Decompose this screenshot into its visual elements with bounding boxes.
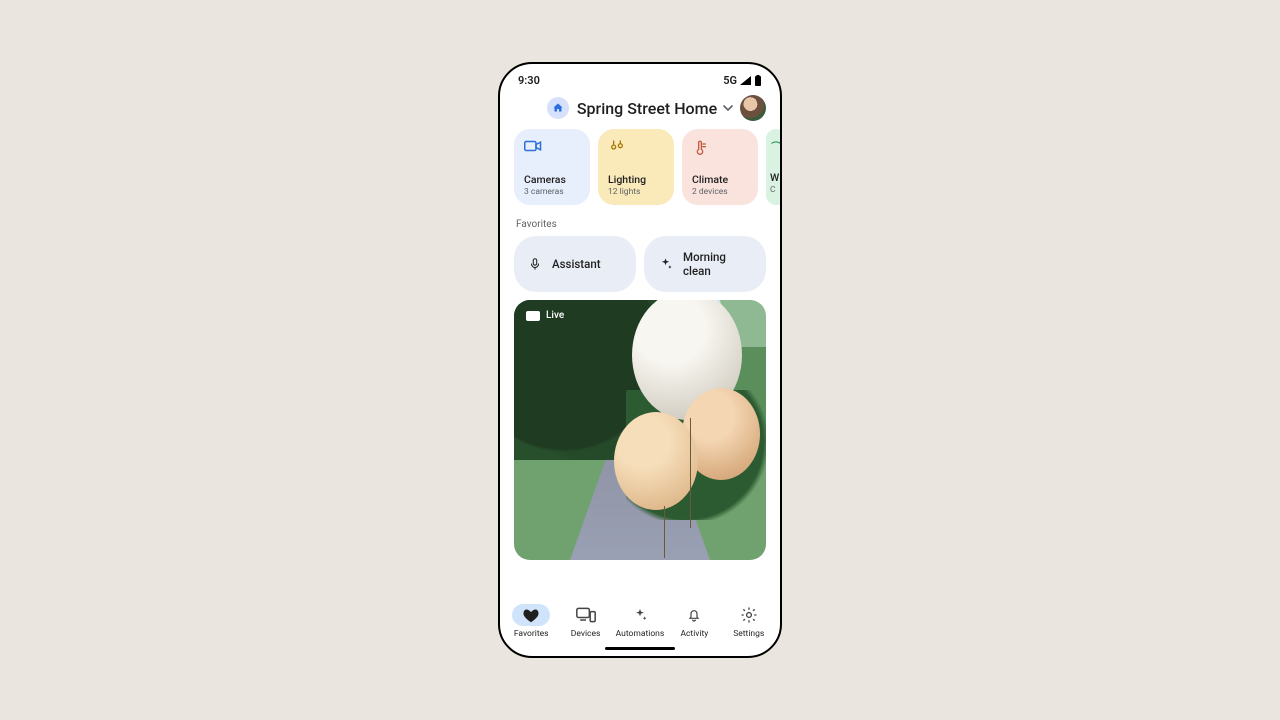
favorites-row: Assistant Morning clean: [500, 236, 780, 292]
favorites-heading: Favorites: [500, 205, 780, 236]
mic-icon: [528, 255, 542, 273]
avatar[interactable]: [740, 95, 766, 121]
quick-card-title: Lighting: [608, 173, 664, 186]
heart-icon: [512, 604, 550, 626]
quick-card-climate[interactable]: Climate 2 devices: [682, 129, 758, 205]
signal-icon: [740, 76, 751, 85]
live-indicator: Live: [526, 310, 564, 321]
favorite-morning-clean[interactable]: Morning clean: [644, 236, 766, 292]
quick-card-title: Climate: [692, 173, 748, 186]
lighting-icon: [608, 139, 626, 155]
quick-card-title: Cameras: [524, 173, 580, 186]
gear-icon: [730, 604, 768, 626]
devices-icon: [567, 604, 605, 626]
nav-devices[interactable]: Devices: [559, 604, 613, 639]
camera-live-tile[interactable]: Live: [514, 300, 766, 560]
bell-icon: [675, 604, 713, 626]
quick-card-partial[interactable]: W C: [766, 129, 780, 205]
favorite-assistant[interactable]: Assistant: [514, 236, 636, 292]
nav-label: Automations: [616, 629, 665, 639]
balloon-string-icon: [664, 506, 665, 558]
nav-settings[interactable]: Settings: [722, 604, 776, 639]
balloon-icon: [614, 412, 698, 510]
status-time: 9:30: [518, 74, 540, 87]
nav-label: Settings: [733, 629, 764, 639]
home-selector[interactable]: Spring Street Home: [577, 99, 733, 118]
favorite-label: Assistant: [552, 257, 601, 271]
battery-icon: [754, 75, 762, 87]
nav-activity[interactable]: Activity: [667, 604, 721, 639]
home-title: Spring Street Home: [577, 99, 717, 118]
status-right: 5G: [723, 74, 762, 87]
bottom-nav: Favorites Devices Automations Activity S…: [500, 598, 780, 641]
climate-icon: [692, 139, 708, 157]
live-label: Live: [546, 310, 564, 321]
phone-frame: 9:30 5G Spring Street Home Cameras 3 cam…: [498, 62, 782, 658]
quick-card-title: W: [770, 171, 780, 184]
nav-automations[interactable]: Automations: [613, 604, 667, 639]
nav-label: Activity: [680, 629, 708, 639]
wifi-icon: [770, 139, 780, 151]
gesture-handle[interactable]: [605, 647, 675, 650]
camera-chip-icon: [526, 311, 540, 321]
balloon-string-icon: [690, 418, 691, 528]
sparkle-icon: [621, 604, 659, 626]
home-icon: [547, 97, 569, 119]
nav-favorites[interactable]: Favorites: [504, 604, 558, 639]
camera-icon: [524, 139, 542, 153]
quick-card-sub: 3 cameras: [524, 187, 580, 197]
favorite-label: Morning clean: [683, 250, 752, 278]
header: Spring Street Home: [500, 91, 780, 129]
status-network: 5G: [723, 74, 737, 87]
nav-label: Devices: [571, 629, 601, 639]
sparkle-icon: [658, 256, 673, 272]
quick-card-lighting[interactable]: Lighting 12 lights: [598, 129, 674, 205]
quick-card-sub: C: [770, 185, 780, 195]
quick-card-sub: 12 lights: [608, 187, 664, 197]
quick-card-cameras[interactable]: Cameras 3 cameras: [514, 129, 590, 205]
quick-row[interactable]: Cameras 3 cameras Lighting 12 lights Cli…: [500, 129, 780, 205]
quick-card-sub: 2 devices: [692, 187, 748, 197]
chevron-down-icon: [723, 103, 733, 113]
nav-label: Favorites: [514, 629, 549, 639]
status-bar: 9:30 5G: [500, 64, 780, 91]
